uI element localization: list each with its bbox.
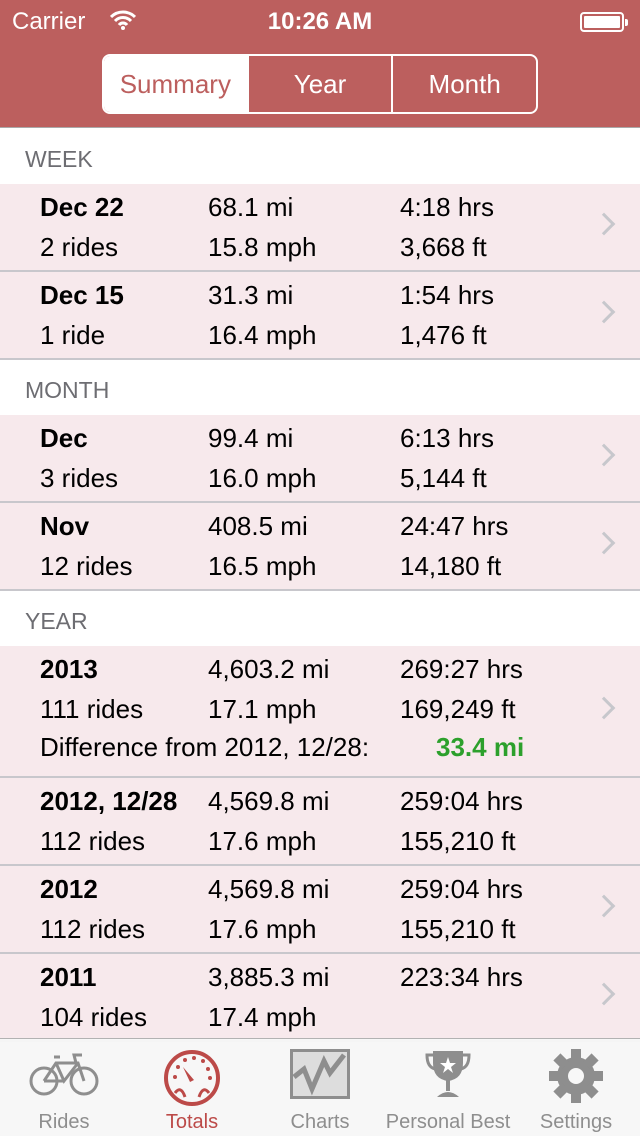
- segment-year[interactable]: Year: [246, 56, 392, 112]
- climb-value: 155,210 ft: [400, 914, 516, 944]
- time-value: 4:18 hrs: [400, 192, 494, 222]
- distance-value: 4,603.2 mi: [208, 654, 330, 684]
- tab-settings[interactable]: Settings: [512, 1039, 640, 1136]
- time-value: 223:34 hrs: [400, 962, 523, 992]
- climb-value: 5,144 ft: [400, 463, 487, 493]
- speedometer-icon: [128, 1039, 256, 1109]
- table-row[interactable]: Dec 15 1 ride 31.3 mi 16.4 mph 1:54 hrs 1,476…: [0, 272, 640, 360]
- period-label: Dec: [40, 423, 88, 453]
- rides-count: 112 rides: [40, 914, 146, 944]
- nav-header: Carrier 10:26 AM Summary Year Month: [0, 0, 640, 128]
- rides-count: 111 rides: [40, 694, 144, 724]
- climb-value: 1,476 ft: [400, 320, 487, 350]
- tab-rides[interactable]: Rides: [0, 1039, 128, 1136]
- period-label: 2012, 12/28: [40, 786, 178, 816]
- trophy-icon: [384, 1039, 512, 1109]
- time-value: 269:27 hrs: [400, 654, 523, 684]
- tab-label: Rides: [38, 1111, 90, 1133]
- time-value: 1:54 hrs: [400, 280, 494, 310]
- distance-value: 3,885.3 mi: [208, 962, 330, 992]
- table-row[interactable]: Dec 3 rides 99.4 mi 16.0 mph 6:13 hrs 5,144 f…: [0, 415, 640, 503]
- rides-count: 12 rides: [40, 551, 133, 581]
- chevron-right-icon: [592, 894, 616, 918]
- period-label: 2011: [40, 962, 97, 992]
- speed-value: 15.8 mph: [208, 232, 317, 262]
- tab-totals[interactable]: Totals: [128, 1039, 256, 1136]
- distance-value: 4,569.8 mi: [208, 786, 330, 816]
- tab-charts[interactable]: Charts: [256, 1039, 384, 1136]
- chart-icon: [256, 1039, 384, 1109]
- climb-value: 3,668 ft: [400, 232, 487, 262]
- segmented-control: Summary Year Month: [102, 54, 538, 114]
- gear-icon: [512, 1039, 640, 1109]
- chevron-right-icon: [592, 443, 616, 467]
- time-value: 259:04 hrs: [400, 786, 523, 816]
- period-label: 2013: [40, 654, 98, 684]
- status-bar: Carrier 10:26 AM: [12, 6, 628, 36]
- table-row[interactable]: 2011 104 rides 3,885.3 mi 17.4 mph 223:34 hr…: [0, 954, 640, 1042]
- time-value: 259:04 hrs: [400, 874, 523, 904]
- table-row[interactable]: Nov 12 rides 408.5 mi 16.5 mph 24:47 hrs 14,1…: [0, 503, 640, 591]
- speed-value: 16.4 mph: [208, 320, 317, 350]
- rides-count: 2 rides: [40, 232, 119, 262]
- chevron-right-icon: [592, 982, 616, 1006]
- distance-value: 99.4 mi: [208, 423, 294, 453]
- difference-label: Difference from 2012, 12/28:: [40, 732, 370, 762]
- section-header: WEEK: [0, 129, 640, 184]
- rides-count: 1 ride: [40, 320, 106, 350]
- chevron-right-icon: [592, 531, 616, 555]
- speed-value: 16.0 mph: [208, 463, 317, 493]
- speed-value: 17.4 mph: [208, 1002, 317, 1032]
- battery-icon: [580, 12, 628, 32]
- speed-value: 17.1 mph: [208, 694, 317, 724]
- chevron-right-icon: [592, 212, 616, 236]
- rides-count: 104 rides: [40, 1002, 147, 1032]
- climb-value: 155,210 ft: [400, 826, 516, 856]
- difference-value: 33.4 mi: [436, 732, 525, 762]
- table-row[interactable]: 2012, 12/28 112 rides 4,569.8 mi 17.6 mph 25…: [0, 778, 640, 866]
- segment-month[interactable]: Month: [391, 56, 536, 112]
- totals-list[interactable]: WEEK Dec 22 2 rides 68.1 mi 15.8 mph 4:18 hrs…: [0, 129, 640, 1042]
- tab-label: Personal Best: [385, 1111, 511, 1133]
- table-row[interactable]: 2013 111 rides 4,603.2 mi 17.1 mph 269:27 hr…: [0, 646, 640, 778]
- tab-bar: Rides Totals Charts Personal Best Settings: [0, 1038, 640, 1136]
- section-header: YEAR: [0, 591, 640, 646]
- tab-label: Totals: [165, 1111, 219, 1133]
- rides-count: 3 rides: [40, 463, 119, 493]
- time-value: 24:47 hrs: [400, 511, 509, 541]
- chevron-right-icon: [592, 300, 616, 324]
- speed-value: 16.5 mph: [208, 551, 317, 581]
- distance-value: 31.3 mi: [208, 280, 294, 310]
- period-label: Dec 22: [40, 192, 124, 222]
- period-label: 2012: [40, 874, 98, 904]
- speed-value: 17.6 mph: [208, 914, 317, 944]
- clock: 10:26 AM: [267, 8, 373, 35]
- distance-value: 68.1 mi: [208, 192, 294, 222]
- period-label: Dec 15: [40, 280, 124, 310]
- rides-count: 112 rides: [40, 826, 146, 856]
- distance-value: 4,569.8 mi: [208, 874, 330, 904]
- speed-value: 17.6 mph: [208, 826, 317, 856]
- segment-summary[interactable]: Summary: [104, 56, 247, 112]
- time-value: 6:13 hrs: [400, 423, 494, 453]
- section-header: MONTH: [0, 360, 640, 415]
- period-label: Nov: [40, 511, 90, 541]
- chevron-right-icon: [592, 696, 616, 720]
- table-row[interactable]: 2012 112 rides 4,569.8 mi 17.6 mph 259:04 hr…: [0, 866, 640, 954]
- climb-value: 14,180 ft: [400, 551, 502, 581]
- tab-label: Charts: [290, 1111, 350, 1133]
- distance-value: 408.5 mi: [208, 511, 308, 541]
- tab-personal-best[interactable]: Personal Best: [384, 1039, 512, 1136]
- bicycle-icon: [0, 1039, 128, 1109]
- table-row[interactable]: Dec 22 2 rides 68.1 mi 15.8 mph 4:18 hrs 3,66…: [0, 184, 640, 272]
- climb-value: 169,249 ft: [400, 694, 516, 724]
- tab-label: Settings: [539, 1111, 613, 1133]
